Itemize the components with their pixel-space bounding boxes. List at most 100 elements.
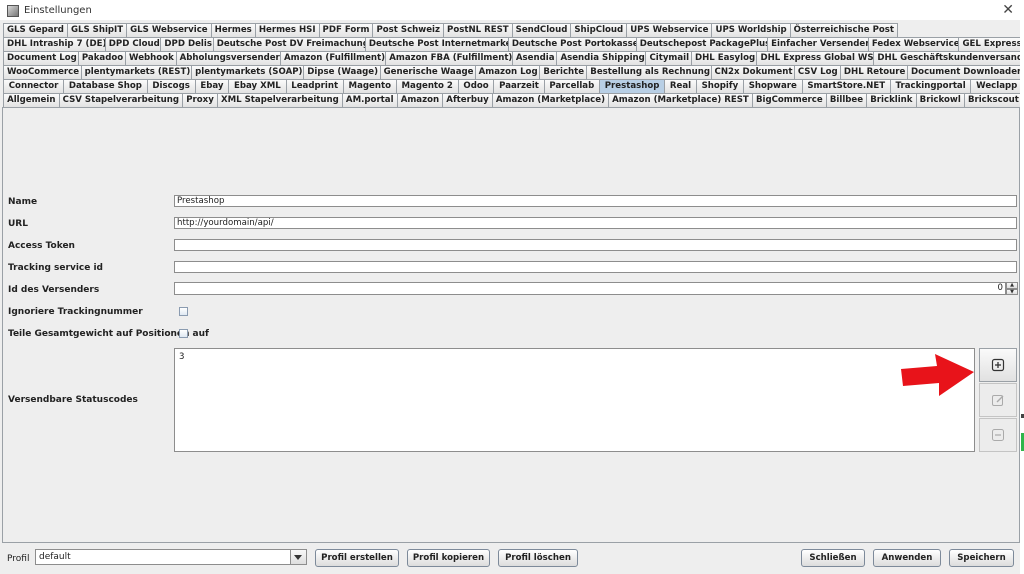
access-token-input[interactable] [174,239,1017,251]
tab-proxy[interactable]: Proxy [182,93,218,107]
tab-parcellab[interactable]: Parcellab [543,79,600,93]
tab-discogs[interactable]: Discogs [146,79,196,93]
tab-bigcommerce[interactable]: BigCommerce [751,93,827,107]
name-input[interactable] [174,195,1017,207]
tab-dhl-easylog[interactable]: DHL Easylog [690,51,758,65]
tab-ups-worldship[interactable]: UPS Worldship [711,23,791,37]
tab-hermes[interactable]: Hermes [210,23,256,37]
tab-plentymarkets-rest[interactable]: plentymarkets (REST) [80,65,193,79]
tab-smartstore-net[interactable]: SmartStore.NET [801,79,891,93]
tab-berichte[interactable]: Berichte [539,65,588,79]
tab-magento[interactable]: Magento [342,79,397,93]
tab-dhl-express-global-ws[interactable]: DHL Express Global WS [756,51,875,65]
copy-profile-button[interactable]: Profil kopieren [407,549,490,567]
tab-bricklink[interactable]: Bricklink [866,93,917,107]
tracking-service-input[interactable] [174,261,1017,273]
split-weight-checkbox[interactable] [179,329,188,338]
tab-ups-webservice[interactable]: UPS Webservice [626,23,713,37]
close-button[interactable]: Schließen [801,549,865,567]
tab-dhl-geschäftskundenversand[interactable]: DHL Geschäftskundenversand [873,51,1023,65]
tab-afterbuy[interactable]: Afterbuy [442,93,493,107]
tab-gls-webservice[interactable]: GLS Webservice [126,23,212,37]
save-button[interactable]: Speichern [949,549,1014,567]
tab-abholungsversender[interactable]: Abholungsversender [175,51,281,65]
tab-gls-gepard[interactable]: GLS Gepard [3,23,68,37]
delete-profile-button[interactable]: Profil löschen [498,549,578,567]
create-profile-button[interactable]: Profil erstellen [315,549,399,567]
remove-status-button[interactable] [979,418,1017,452]
tab-shopify[interactable]: Shopify [695,79,744,93]
tab-amazon-fulfillment[interactable]: Amazon (Fulfillment) [280,51,387,65]
tab-dpd-delis[interactable]: DPD Delis [160,37,214,51]
tab-pdf-form[interactable]: PDF Form [318,23,374,37]
tab-hermes-hsi[interactable]: Hermes HSI [254,23,320,37]
tab-citymail[interactable]: Citymail [645,51,692,65]
spinner-down-icon[interactable]: ▼ [1006,288,1018,295]
tab-amazon-marketplace[interactable]: Amazon (Marketplace) [491,93,610,107]
tab-amazon-marketplace-rest[interactable]: Amazon (Marketplace) REST [608,93,753,107]
tab-dipse-waage[interactable]: Dipse (Waage) [303,65,381,79]
tab-shopware[interactable]: Shopware [742,79,803,93]
profile-select[interactable]: default [35,549,307,565]
tab-document-downloader[interactable]: Document Downloader [907,65,1023,79]
tab-gls-shipit[interactable]: GLS ShipIT [66,23,128,37]
url-input[interactable] [174,217,1017,229]
tab-deutsche-post-dv-freimachung[interactable]: Deutsche Post DV Freimachung [212,37,366,51]
tab-database-shop[interactable]: Database Shop [63,79,148,93]
tab-ebay[interactable]: Ebay [194,79,230,93]
tab-deutsche-post-portokasse[interactable]: Deutsche Post Portokasse [507,37,637,51]
tab-odoo[interactable]: Odoo [457,79,495,93]
tab-webhook[interactable]: Webhook [125,51,177,65]
status-codes-textarea[interactable]: 3 [174,348,975,452]
tab-postnl-rest[interactable]: PostNL REST [443,23,513,37]
tab-allgemein[interactable]: Allgemein [3,93,60,107]
tab-am-portal[interactable]: AM.portal [341,93,398,107]
edit-status-button[interactable] [979,383,1017,417]
sender-id-input[interactable]: 0 [174,282,1006,295]
add-status-button[interactable] [979,348,1017,382]
tab-ebay-xml[interactable]: Ebay XML [228,79,287,93]
tab-document-log[interactable]: Document Log [3,51,79,65]
tab-dpd-cloud[interactable]: DPD Cloud [104,37,162,51]
tab-amazon-log[interactable]: Amazon Log [474,65,541,79]
tab-asendia[interactable]: Asendia [511,51,558,65]
tab-billbee[interactable]: Billbee [825,93,868,107]
tab-real[interactable]: Real [664,79,697,93]
tab-plentymarkets-soap[interactable]: plentymarkets (SOAP) [191,65,305,79]
tab-brickowl[interactable]: Brickowl [915,93,965,107]
tab-shipcloud[interactable]: ShipCloud [570,23,628,37]
tab-magento-2[interactable]: Magento 2 [395,79,459,93]
tab-leadprint[interactable]: Leadprint [285,79,344,93]
ignore-tracking-checkbox[interactable] [179,307,188,316]
tab-amazon[interactable]: Amazon [396,93,444,107]
tab-dhl-intraship-7-de[interactable]: DHL Intraship 7 (DE) [3,37,106,51]
tab-prestashop[interactable]: Prestashop [599,79,666,93]
tab-bestellung-als-rechnung[interactable]: Bestellung als Rechnung [586,65,712,79]
tab-trackingportal[interactable]: Trackingportal [889,79,972,93]
chevron-down-icon[interactable] [290,550,306,564]
close-icon[interactable]: ✕ [1002,2,1014,18]
tab-xml-stapelverarbeitung[interactable]: XML Stapelverarbeitung [216,93,343,107]
apply-button[interactable]: Anwenden [873,549,941,567]
tab-post-schweiz[interactable]: Post Schweiz [372,23,445,37]
tab-paarzeit[interactable]: Paarzeit [493,79,545,93]
tab-österreichische-post[interactable]: Österreichische Post [789,23,899,37]
tab-sendcloud[interactable]: SendCloud [511,23,572,37]
tab-amazon-fba-fulfillment[interactable]: Amazon FBA (Fulfillment) [385,51,513,65]
tab-cn2x-dokument[interactable]: CN2x Dokument [710,65,795,79]
tab-csv-log[interactable]: CSV Log [793,65,841,79]
tab-fedex-webservice[interactable]: Fedex Webservice [867,37,960,51]
tab-csv-stapelverarbeitung[interactable]: CSV Stapelverarbeitung [58,93,184,107]
tab-gel-express[interactable]: GEL Express [958,37,1023,51]
tab-asendia-shipping[interactable]: Asendia Shipping [556,51,647,65]
tab-einfacher-versender[interactable]: Einfacher Versender [767,37,869,51]
tab-weclapp[interactable]: Weclapp [970,79,1024,93]
tab-deutsche-post-internetmarke[interactable]: Deutsche Post Internetmarke [364,37,509,51]
tab-dhl-retoure[interactable]: DHL Retoure [839,65,909,79]
tab-woocommerce[interactable]: WooCommerce [3,65,82,79]
tab-brickscout[interactable]: Brickscout [963,93,1023,107]
tab-pakadoo[interactable]: Pakadoo [77,51,127,65]
tab-connector[interactable]: Connector [3,79,65,93]
tab-generische-waage[interactable]: Generische Waage [379,65,476,79]
tab-deutschepost-packageplus[interactable]: Deutschepost PackagePlus [635,37,769,51]
